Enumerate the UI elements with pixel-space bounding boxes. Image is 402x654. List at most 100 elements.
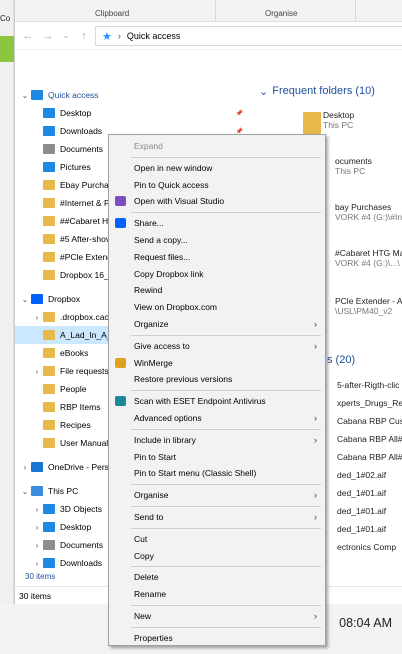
path-separator-icon: › [117,31,121,41]
menu-item-send-a-copy[interactable]: Send a copy... [109,232,325,248]
menu-item-rename[interactable]: Rename [109,586,325,602]
objects-3d-icon [43,504,55,514]
tree-item-desktop[interactable]: Desktop 📌 [15,104,249,122]
frequent-folder-item[interactable]: Desktop This PC [323,110,354,130]
dropbox-icon [115,218,126,229]
desktop-icon [43,522,55,532]
recent-file-item[interactable]: xperts_Drugs_Renew [337,398,402,408]
tree-item-quick-access[interactable]: ⌄ Quick access [15,86,249,104]
address-path: Quick access [126,31,181,41]
address-input[interactable]: ★ › Quick access [95,26,402,46]
tree-item-label: Documents [60,144,103,154]
frequent-folder-name: ocuments [335,156,372,166]
recent-file-item[interactable]: ded_1#01.aif [337,488,386,498]
menu-item-pin-to-start-menu-classic-shell[interactable]: Pin to Start menu (Classic Shell) [109,465,325,481]
frequent-folder-item[interactable]: PCle Extender - A \USL\PM40_v2 [335,296,402,316]
chevron-down-icon[interactable]: ⌄ [19,295,31,304]
tree-item-label: Dropbox [48,294,81,304]
menu-item-delete[interactable]: Delete [109,569,325,585]
menu-item-copy-dropbox-link[interactable]: Copy Dropbox link [109,266,325,282]
menu-item-open-in-new-window[interactable]: Open in new window [109,160,325,176]
menu-item-rewind[interactable]: Rewind [109,282,325,298]
menu-item-organize[interactable]: Organize › [109,316,325,332]
menu-item-scan-with-eset-endpoint-antivirus[interactable]: Scan with ESET Endpoint Antivirus [109,393,325,409]
menu-item-open-with-visual-studio[interactable]: Open with Visual Studio [109,193,325,209]
menu-item-give-access-to[interactable]: Give access to › [109,338,325,354]
pin-icon: 📌 [235,110,243,117]
menu-item-organise[interactable]: Organise › [109,487,325,503]
menu-item-label: Organise [134,490,169,501]
chevron-down-icon: ⌄ [259,85,269,98]
folder-icon [43,312,55,322]
menu-item-include-in-library[interactable]: Include in library › [109,432,325,448]
menu-item-label: Share... [134,218,164,229]
menu-item-label: Send a copy... [134,235,188,245]
tree-item-label: .dropbox.cacl [60,312,111,322]
folder-icon [43,180,55,190]
menu-item-send-to[interactable]: Send to › [109,509,325,525]
recent-file-item[interactable]: ectronics Comp [337,542,396,552]
pc-icon [31,486,43,496]
menu-item-label: New [134,611,152,621]
chevron-right-icon[interactable]: › [31,523,43,532]
menu-item-label: Rename [134,589,167,600]
chevron-down-icon[interactable]: ⌄ [19,91,31,100]
status-item-count: 30 items [19,590,52,601]
menu-item-pin-to-quick-access[interactable]: Pin to Quick access [109,177,325,193]
recent-file-item[interactable]: ded_1#01.aif [337,506,386,516]
recent-file-item[interactable]: ded_1#02.aif [337,470,386,480]
tree-item-label: Desktop [60,522,92,532]
menu-item-label: Properties [134,632,173,643]
chevron-right-icon[interactable]: › [31,313,43,322]
menu-item-label: Cut [134,533,148,544]
menu-item-view-on-dropbox-com[interactable]: View on Dropbox.com [109,299,325,315]
menu-item-winmerge[interactable]: WinMerge [109,355,325,371]
frequent-folder-item[interactable]: ocuments This PC [335,156,372,176]
background-window-text: Co [0,14,11,23]
menu-item-label: Request files... [134,251,191,262]
menu-item-new[interactable]: New › [109,608,325,624]
chevron-right-icon[interactable]: › [31,505,43,514]
menu-item-label: WinMerge [134,357,173,368]
recent-file-item[interactable]: Cabana RBP All# [337,434,402,444]
taskbar-clock[interactable]: 08:04 AM [339,616,392,630]
up-arrow-icon[interactable]: ↑ [77,30,91,42]
forward-arrow-icon[interactable]: → [41,30,55,42]
recent-file-item[interactable]: 5-after-Rigth-clic [337,380,399,390]
background-window-edge: Co [0,0,14,654]
recent-file-item[interactable]: Cabana RBP Cust [337,416,402,426]
menu-item-restore-previous-versions[interactable]: Restore previous versions [109,371,325,387]
chevron-down-icon[interactable]: ⌄ [19,487,31,496]
chevron-right-icon[interactable]: › [31,541,43,550]
frequent-folder-item[interactable]: #Cabaret HTG Ma VORK #4 (G:)\...\ [335,248,402,268]
chevron-right-icon[interactable]: › [31,367,43,376]
frequent-folder-item[interactable]: bay Purchases VORK #4 (G:)\#Int [335,202,402,222]
menu-item-share[interactable]: Share... [109,215,325,231]
menu-separator [131,334,321,336]
chevron-right-icon[interactable]: › [19,463,31,472]
recent-file-item[interactable]: Cabana RBP All# [337,452,402,462]
winmerge-icon [115,357,126,368]
chevron-right-icon[interactable]: › [31,559,43,568]
menu-item-label: Copy Dropbox link [134,268,204,279]
menu-item-properties[interactable]: Properties [109,630,325,646]
menu-item-label: Include in library [134,434,196,445]
frequent-folder-name: #Cabaret HTG Ma [335,248,402,258]
back-arrow-icon[interactable]: ← [21,30,35,42]
menu-item-label: Expand [134,141,163,151]
folder-synced-icon [43,348,55,358]
menu-item-copy[interactable]: Copy [109,548,325,564]
menu-item-request-files[interactable]: Request files... [109,249,325,265]
menu-separator [131,566,321,568]
recent-locations-chevron-icon[interactable]: ⌄ [59,31,73,40]
menu-separator [131,626,321,628]
submenu-arrow-icon: › [314,611,317,621]
menu-item-cut[interactable]: Cut [109,531,325,547]
menu-item-pin-to-start[interactable]: Pin to Start [109,449,325,465]
menu-item-advanced-options[interactable]: Advanced options › [109,410,325,426]
ribbon: Clipboard Organise [15,0,402,22]
menu-item-label: Delete [134,572,159,583]
menu-item-label: View on Dropbox.com [134,302,217,313]
recent-file-item[interactable]: ded_1#01.aif [337,524,386,534]
frequent-folders-header[interactable]: ⌄ Frequent folders (10) [259,82,402,100]
